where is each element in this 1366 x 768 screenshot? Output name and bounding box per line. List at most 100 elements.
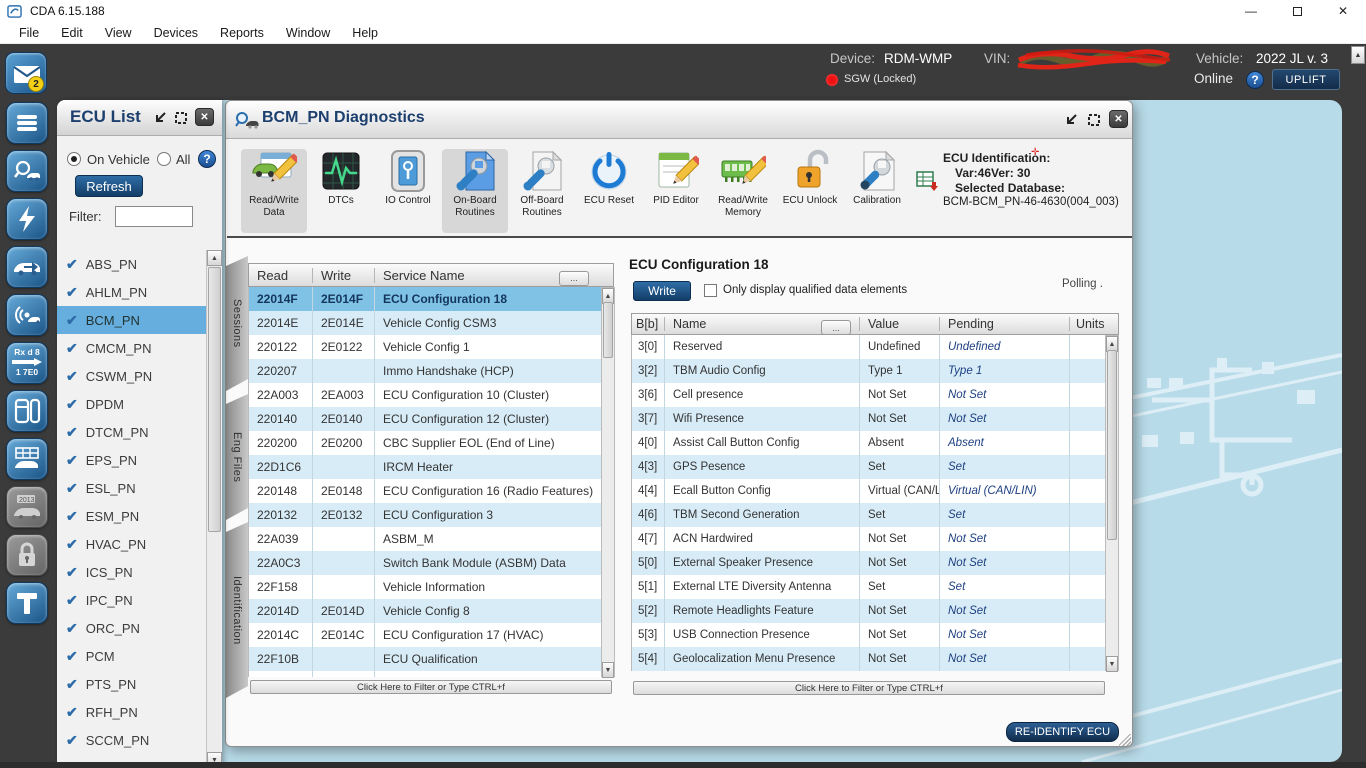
diagnostics-close-icon[interactable]: ✕ [1109,110,1128,128]
ecu-list-item[interactable]: ✔PTS_PN [57,670,207,698]
service-row[interactable]: 22D1C6IRCM Heater [249,455,601,479]
column-options-button[interactable]: ... [559,271,589,286]
ecu-list-item[interactable]: ✔DPDM [57,390,207,418]
ecu-list-item[interactable]: ✔IPC_PN [57,586,207,614]
ecu-list-item[interactable]: ✔DTCM_PN [57,418,207,446]
config-row[interactable]: 4[3]GPS PesenceSetSet [632,455,1105,479]
service-row[interactable]: 22A039ASBM_M [249,527,601,551]
flash-button[interactable] [6,198,48,240]
column-options-button[interactable]: ... [821,320,851,335]
maximize-button[interactable] [1274,0,1320,22]
config-row[interactable]: 3[2]TBM Audio ConfigType 1Type 1 [632,359,1105,383]
service-row[interactable]: 22A0032EA003ECU Configuration 10 (Cluste… [249,383,601,407]
ecu-list-item[interactable]: ✔RFH_PN [57,698,207,726]
scroll-down-arrow[interactable]: ▼ [602,662,614,678]
mdi-scroll-up-arrow[interactable]: ▲ [1351,46,1365,64]
tab-identification[interactable]: Identification [226,522,248,698]
wireless-vehicle-button[interactable] [6,294,48,336]
config-row[interactable]: 4[0]Assist Call Button ConfigAbsentAbsen… [632,431,1105,455]
ecu-list-item[interactable]: ✔HVAC_PN [57,530,207,558]
service-row[interactable]: 22A0C3Switch Bank Module (ASBM) Data [249,551,601,575]
column-units[interactable]: Units [1070,317,1118,331]
config-row[interactable]: 3[6]Cell presenceNot SetNot Set [632,383,1105,407]
menu-edit[interactable]: Edit [50,22,94,44]
column-bb[interactable]: B[b] [632,317,665,331]
tab-eng-files[interactable]: Eng Files [226,394,248,520]
menu-window[interactable]: Window [275,22,341,44]
config-row[interactable]: 4[4]Ecall Button ConfigVirtual (CAN/LVir… [632,479,1105,503]
service-row[interactable]: 22014E2E014EVehicle Config CSM3 [249,311,601,335]
scroll-thumb[interactable] [208,267,221,532]
config-row[interactable]: 5[2]Remote Headlights FeatureNot SetNot … [632,599,1105,623]
refresh-button[interactable]: Refresh [75,175,143,197]
menu-reports[interactable]: Reports [209,22,275,44]
service-row[interactable]: 22F158Vehicle Information [249,575,601,599]
tool-read-write-memory[interactable]: Read/Write Memory [710,149,776,233]
tool-ecu-unlock[interactable]: ECU Unlock [777,149,843,233]
vehicle-lift-button[interactable] [6,438,48,480]
config-row[interactable]: 5[4]Geolocalization Menu PresenceNot Set… [632,647,1105,671]
bus-monitor-button[interactable]: Rx d 8 1 7E0 [6,342,48,384]
ecu-list-item[interactable]: ✔ESL_PN [57,474,207,502]
config-filter-bar[interactable]: Click Here to Filter or Type CTRL+f [633,681,1105,695]
menu-devices[interactable]: Devices [143,22,209,44]
write-button[interactable]: Write [633,281,691,301]
ecu-list-scrollbar[interactable]: ▲ ▼ [206,250,221,768]
tool-dtcs[interactable]: DTCs [308,149,374,233]
service-row[interactable]: 2201322E0132ECU Configuration 3 [249,503,601,527]
service-row[interactable]: 2201402E0140ECU Configuration 12 (Cluste… [249,407,601,431]
tab-sessions[interactable]: Sessions [226,256,248,391]
ecu-list-item[interactable]: ✔CMCM_PN [57,334,207,362]
vehicle-scan-button[interactable] [6,150,48,192]
scroll-up-arrow[interactable]: ▲ [207,250,222,266]
config-row[interactable]: 4[6]TBM Second GenerationSetSet [632,503,1105,527]
filter-input[interactable] [115,206,193,227]
close-button[interactable]: ✕ [1320,0,1366,22]
service-row[interactable]: 22014C2E014CECU Configuration 17 (HVAC) [249,623,601,647]
tool-pid-editor[interactable]: PID Editor [643,149,709,233]
menu-view[interactable]: View [94,22,143,44]
tool-off-board-routines[interactable]: Off-Board Routines [509,149,575,233]
column-read[interactable]: Read [249,268,313,283]
reidentify-ecu-button[interactable]: RE-IDENTIFY ECU [1006,722,1119,742]
tool-calibration[interactable]: Calibration [844,149,910,233]
config-row[interactable]: 5[1]External LTE Diversity AntennaSetSet [632,575,1105,599]
minimize-button[interactable]: — [1228,0,1274,22]
ecu-list-item[interactable]: ✔PCM [57,642,207,670]
modules-button[interactable] [6,390,48,432]
main-menu-button[interactable] [6,102,48,144]
service-row[interactable]: 22014F2E014FECU Configuration 18 [249,287,601,311]
service-row[interactable]: 2202002E0200CBC Supplier EOL (End of Lin… [249,431,601,455]
ecu-list-item[interactable]: ✔AHLM_PN [57,278,207,306]
maximize-panel-icon[interactable] [173,110,189,126]
service-row[interactable]: 22F10BECU Qualification [249,647,601,671]
ecu-list-item[interactable]: ✔EPS_PN [57,446,207,474]
tool-on-board-routines[interactable]: On-Board Routines [442,149,508,233]
tool-io-control[interactable]: IO Control [375,149,441,233]
ecu-list-item[interactable]: ✔CSWM_PN [57,362,207,390]
tool-read-write-data[interactable]: Read/Write Data [241,149,307,233]
messages-button[interactable]: 2 [5,52,47,94]
window-resize-grip[interactable] [1119,734,1131,746]
ecu-list-item[interactable]: ✔ABS_PN [57,250,207,278]
service-row[interactable]: 220207Immo Handshake (HCP) [249,359,601,383]
ecu-list-item[interactable]: ✔SCCM_PN [57,726,207,754]
radio-on-vehicle[interactable] [67,152,81,166]
config-scrollbar[interactable]: ▲ ▼ [1105,335,1119,671]
service-row[interactable]: 22014..2E014..ECU Configuration 13 (2014… [249,671,601,677]
column-value[interactable]: Value [860,317,940,331]
config-row[interactable]: 5[3]USB Connection PresenceNot SetNot Se… [632,623,1105,647]
drive-vehicle-button[interactable] [6,246,48,288]
ecu-list-item[interactable]: ✔ESM_PN [57,502,207,530]
tool-ecu-reset[interactable]: ECU Reset [576,149,642,233]
tools-button[interactable] [6,582,48,624]
menu-help[interactable]: Help [341,22,389,44]
services-scrollbar[interactable]: ▲ ▼ [601,287,615,677]
undock-icon[interactable] [1063,112,1079,128]
maximize-panel-icon[interactable] [1086,112,1102,128]
column-service-name[interactable]: Service Name ... [375,268,613,283]
qualified-elements-checkbox[interactable] [704,284,717,297]
uplift-button[interactable]: UPLIFT [1272,69,1340,90]
config-row[interactable]: 3[0]ReservedUndefinedUndefined [632,335,1105,359]
service-row[interactable]: 22014D2E014DVehicle Config 8 [249,599,601,623]
